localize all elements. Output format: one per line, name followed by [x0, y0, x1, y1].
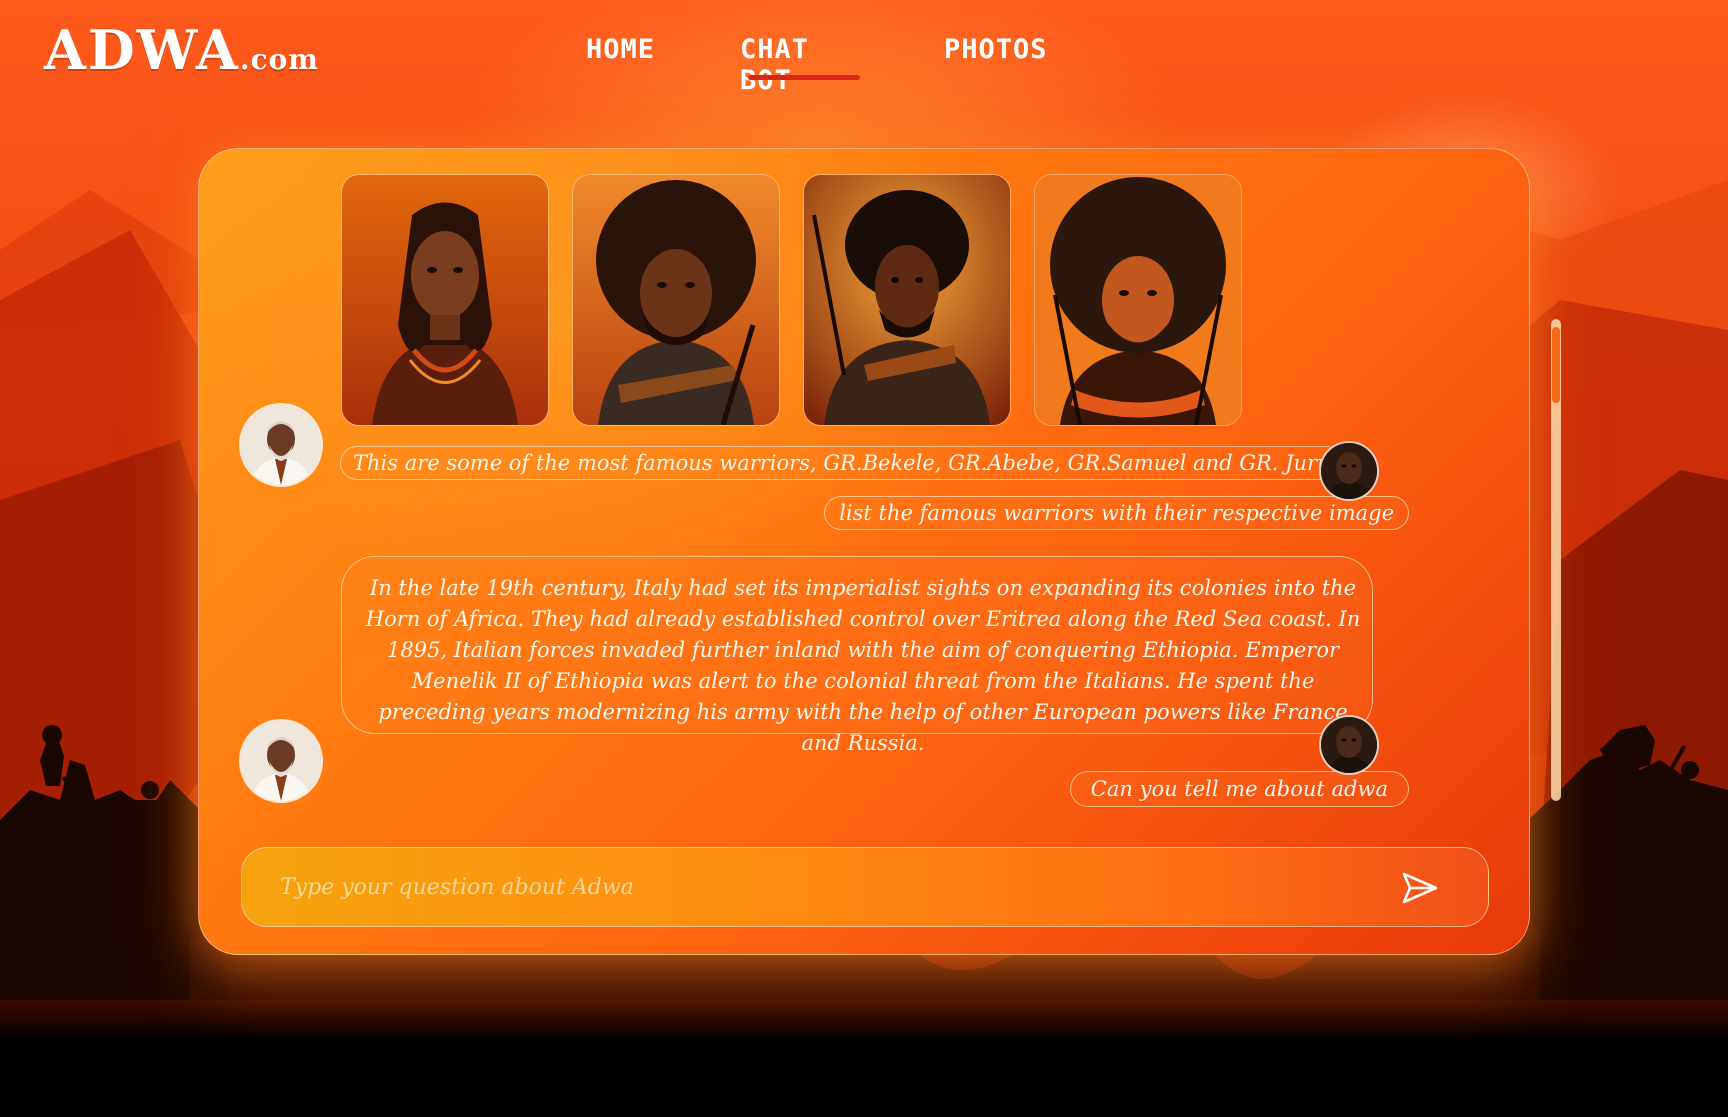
- warrior-image-3[interactable]: [803, 174, 1011, 426]
- brand-logo[interactable]: ADWA.com: [44, 20, 319, 90]
- user-message-list-warriors: list the famous warriors with their resp…: [824, 496, 1409, 530]
- warrior-image-4[interactable]: [1034, 174, 1242, 426]
- question-input-bar: [241, 847, 1489, 927]
- user-avatar: [1319, 715, 1379, 775]
- question-input[interactable]: [278, 864, 1342, 910]
- elder-avatar: [239, 719, 323, 803]
- bot-message-adwa-answer: In the late 19th century, Italy had set …: [341, 556, 1373, 755]
- bot-message-warriors: This are some of the most famous warrior…: [340, 446, 1344, 480]
- chat-scrollbar-thumb[interactable]: [1552, 327, 1560, 403]
- chat-panel: This are some of the most famous warrior…: [198, 148, 1561, 955]
- brand-name: ADWA: [44, 18, 240, 82]
- brand-domain: .com: [239, 43, 319, 76]
- elder-avatar: [239, 403, 323, 487]
- user-avatar: [1319, 441, 1379, 501]
- warrior-image-1[interactable]: [341, 174, 549, 426]
- warrior-image-2[interactable]: [572, 174, 780, 426]
- nav-active-indicator: [748, 75, 860, 80]
- nav-home[interactable]: HOME: [586, 34, 655, 65]
- send-icon[interactable]: [1400, 868, 1440, 908]
- nav-chat-bot[interactable]: CHAT BOT: [740, 34, 809, 96]
- nav-photos[interactable]: PHOTOS: [944, 34, 1048, 65]
- user-message-adwa: Can you tell me about adwa: [1069, 771, 1409, 807]
